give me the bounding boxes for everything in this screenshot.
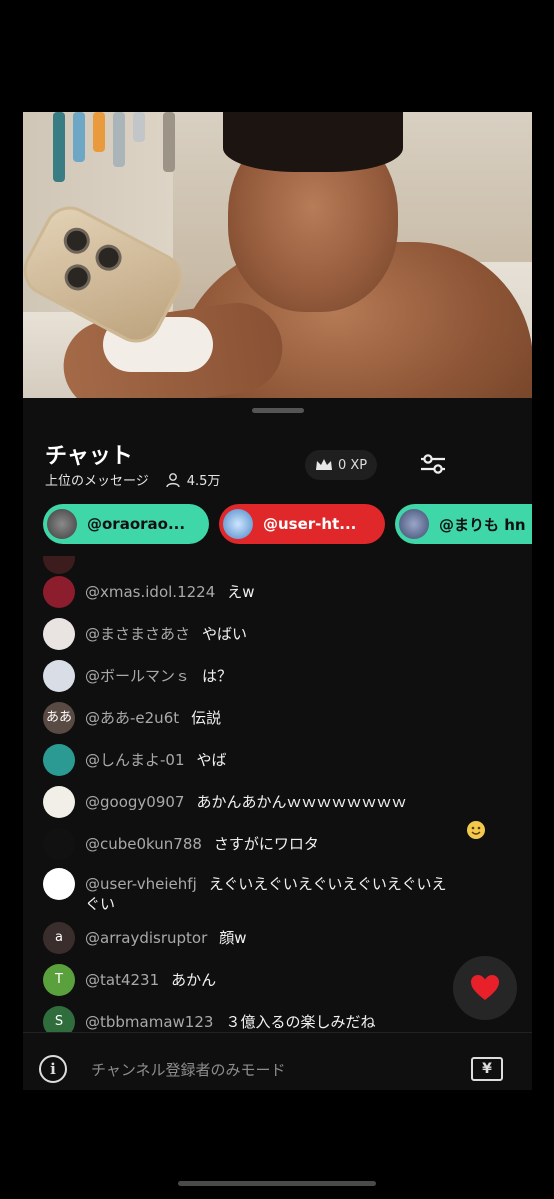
xp-badge[interactable]: 0 XP (305, 450, 378, 480)
heart-icon (471, 975, 499, 1000)
avatar (47, 509, 77, 539)
drag-handle[interactable] (252, 408, 304, 413)
message-text: は？ (202, 667, 233, 685)
message-author: @xmas.idol.1224 (85, 583, 216, 601)
chip-user-ht[interactable]: @user-ht... (219, 504, 385, 544)
list-item (43, 556, 513, 574)
list-item: @まさまさあさ やばい (43, 618, 513, 650)
avatar (43, 828, 75, 860)
avatar (399, 509, 429, 539)
list-item: a @arraydisruptor 顔w (43, 922, 513, 954)
chip-label: @まりも hn (439, 515, 526, 534)
chip-marimo[interactable]: @まりも hn (395, 504, 532, 544)
chat-title: チャット (45, 444, 133, 469)
reaction-emoji-icon (467, 821, 485, 839)
avatar: a (43, 922, 75, 954)
message-list[interactable]: @xmas.idol.1224 えw @まさまさあさ やばい @ボールマンｓ は？ あ… (23, 556, 532, 1032)
list-item: ああ @ああ-e2u6t 伝説 (43, 702, 513, 734)
pinned-chips: @oraorao... @user-ht... @まりも hn (43, 504, 532, 548)
list-item: @しんまよ-01 やば (43, 744, 513, 776)
sliders-icon (421, 454, 445, 474)
filter-button[interactable] (415, 448, 451, 480)
avatar (223, 509, 253, 539)
list-item: S @tbbmamaw123 ３億入るの楽しみだね (43, 1006, 513, 1032)
message-author: @tat4231 (85, 971, 160, 989)
heart-reaction-button[interactable] (453, 956, 517, 1020)
message-author: @ああ-e2u6t (85, 709, 180, 727)
avatar: S (43, 1006, 75, 1032)
chip-label: @oraorao... (87, 515, 186, 533)
message-author: @tbbmamaw123 (85, 1013, 214, 1031)
message-text: えぐいえぐいえぐいえぐいえぐいえ (208, 875, 447, 893)
message-text: やばい (202, 625, 248, 643)
chat-input-placeholder[interactable]: チャンネル登録者のみモード (91, 1059, 286, 1080)
avatar (43, 576, 75, 608)
person-hair (223, 112, 403, 172)
message-text: やば (196, 751, 227, 769)
avatar (43, 660, 75, 692)
message-author: @arraydisruptor (85, 929, 208, 947)
super-chat-button[interactable]: ¥ (471, 1057, 503, 1081)
message-author: @まさまさあさ (85, 625, 191, 643)
avatar (43, 556, 75, 574)
message-text: えw (227, 583, 255, 601)
message-text: あかん (171, 971, 217, 989)
list-item: @user-vheiehfj えぐいえぐいえぐいえぐいえぐいえぐい (43, 868, 513, 914)
message-author: @cube0kun788 (85, 835, 202, 853)
message-text: 伝説 (191, 709, 222, 727)
live-video[interactable] (23, 112, 532, 398)
message-text-continued: ぐい (85, 895, 116, 913)
avatar (43, 744, 75, 776)
list-item: @googy0907 あかんあかんｗｗｗｗｗｗｗｗ (43, 786, 513, 818)
message-author: @googy0907 (85, 793, 185, 811)
avatar (43, 786, 75, 818)
chat-input-bar: i チャンネル登録者のみモード ¥ (23, 1032, 532, 1090)
avatar: ああ (43, 702, 75, 734)
avatar: T (43, 964, 75, 996)
bathroom-items (53, 112, 213, 202)
top-messages-label: 上位のメッセージ (45, 474, 149, 489)
message-author: @ボールマンｓ (85, 667, 191, 685)
info-icon[interactable]: i (39, 1055, 67, 1083)
viewer-count: 4.5万 (186, 474, 221, 489)
chip-oraorao[interactable]: @oraorao... (43, 504, 209, 544)
chip-label: @user-ht... (263, 515, 357, 533)
person-icon (166, 472, 180, 487)
avatar (43, 618, 75, 650)
home-indicator[interactable] (178, 1181, 376, 1186)
crown-icon (316, 459, 332, 470)
list-item: @ボールマンｓ は？ (43, 660, 513, 692)
list-item: @cube0kun788 さすがにワロタ (43, 828, 513, 860)
message-text: さすがにワロタ (213, 835, 319, 853)
chat-subtitle[interactable]: 上位のメッセージ 4.5万 (45, 470, 220, 489)
avatar (43, 868, 75, 900)
message-text: ３億入るの楽しみだね (225, 1013, 376, 1031)
message-text: あかんあかんｗｗｗｗｗｗｗｗ (196, 793, 407, 811)
list-item: T @tat4231 あかん (43, 964, 513, 996)
list-item: @xmas.idol.1224 えw (43, 576, 513, 608)
message-author: @しんまよ-01 (85, 751, 185, 769)
message-text: 顔w (219, 929, 247, 947)
message-author: @user-vheiehfj (85, 875, 197, 893)
xp-label: 0 XP (338, 457, 368, 473)
